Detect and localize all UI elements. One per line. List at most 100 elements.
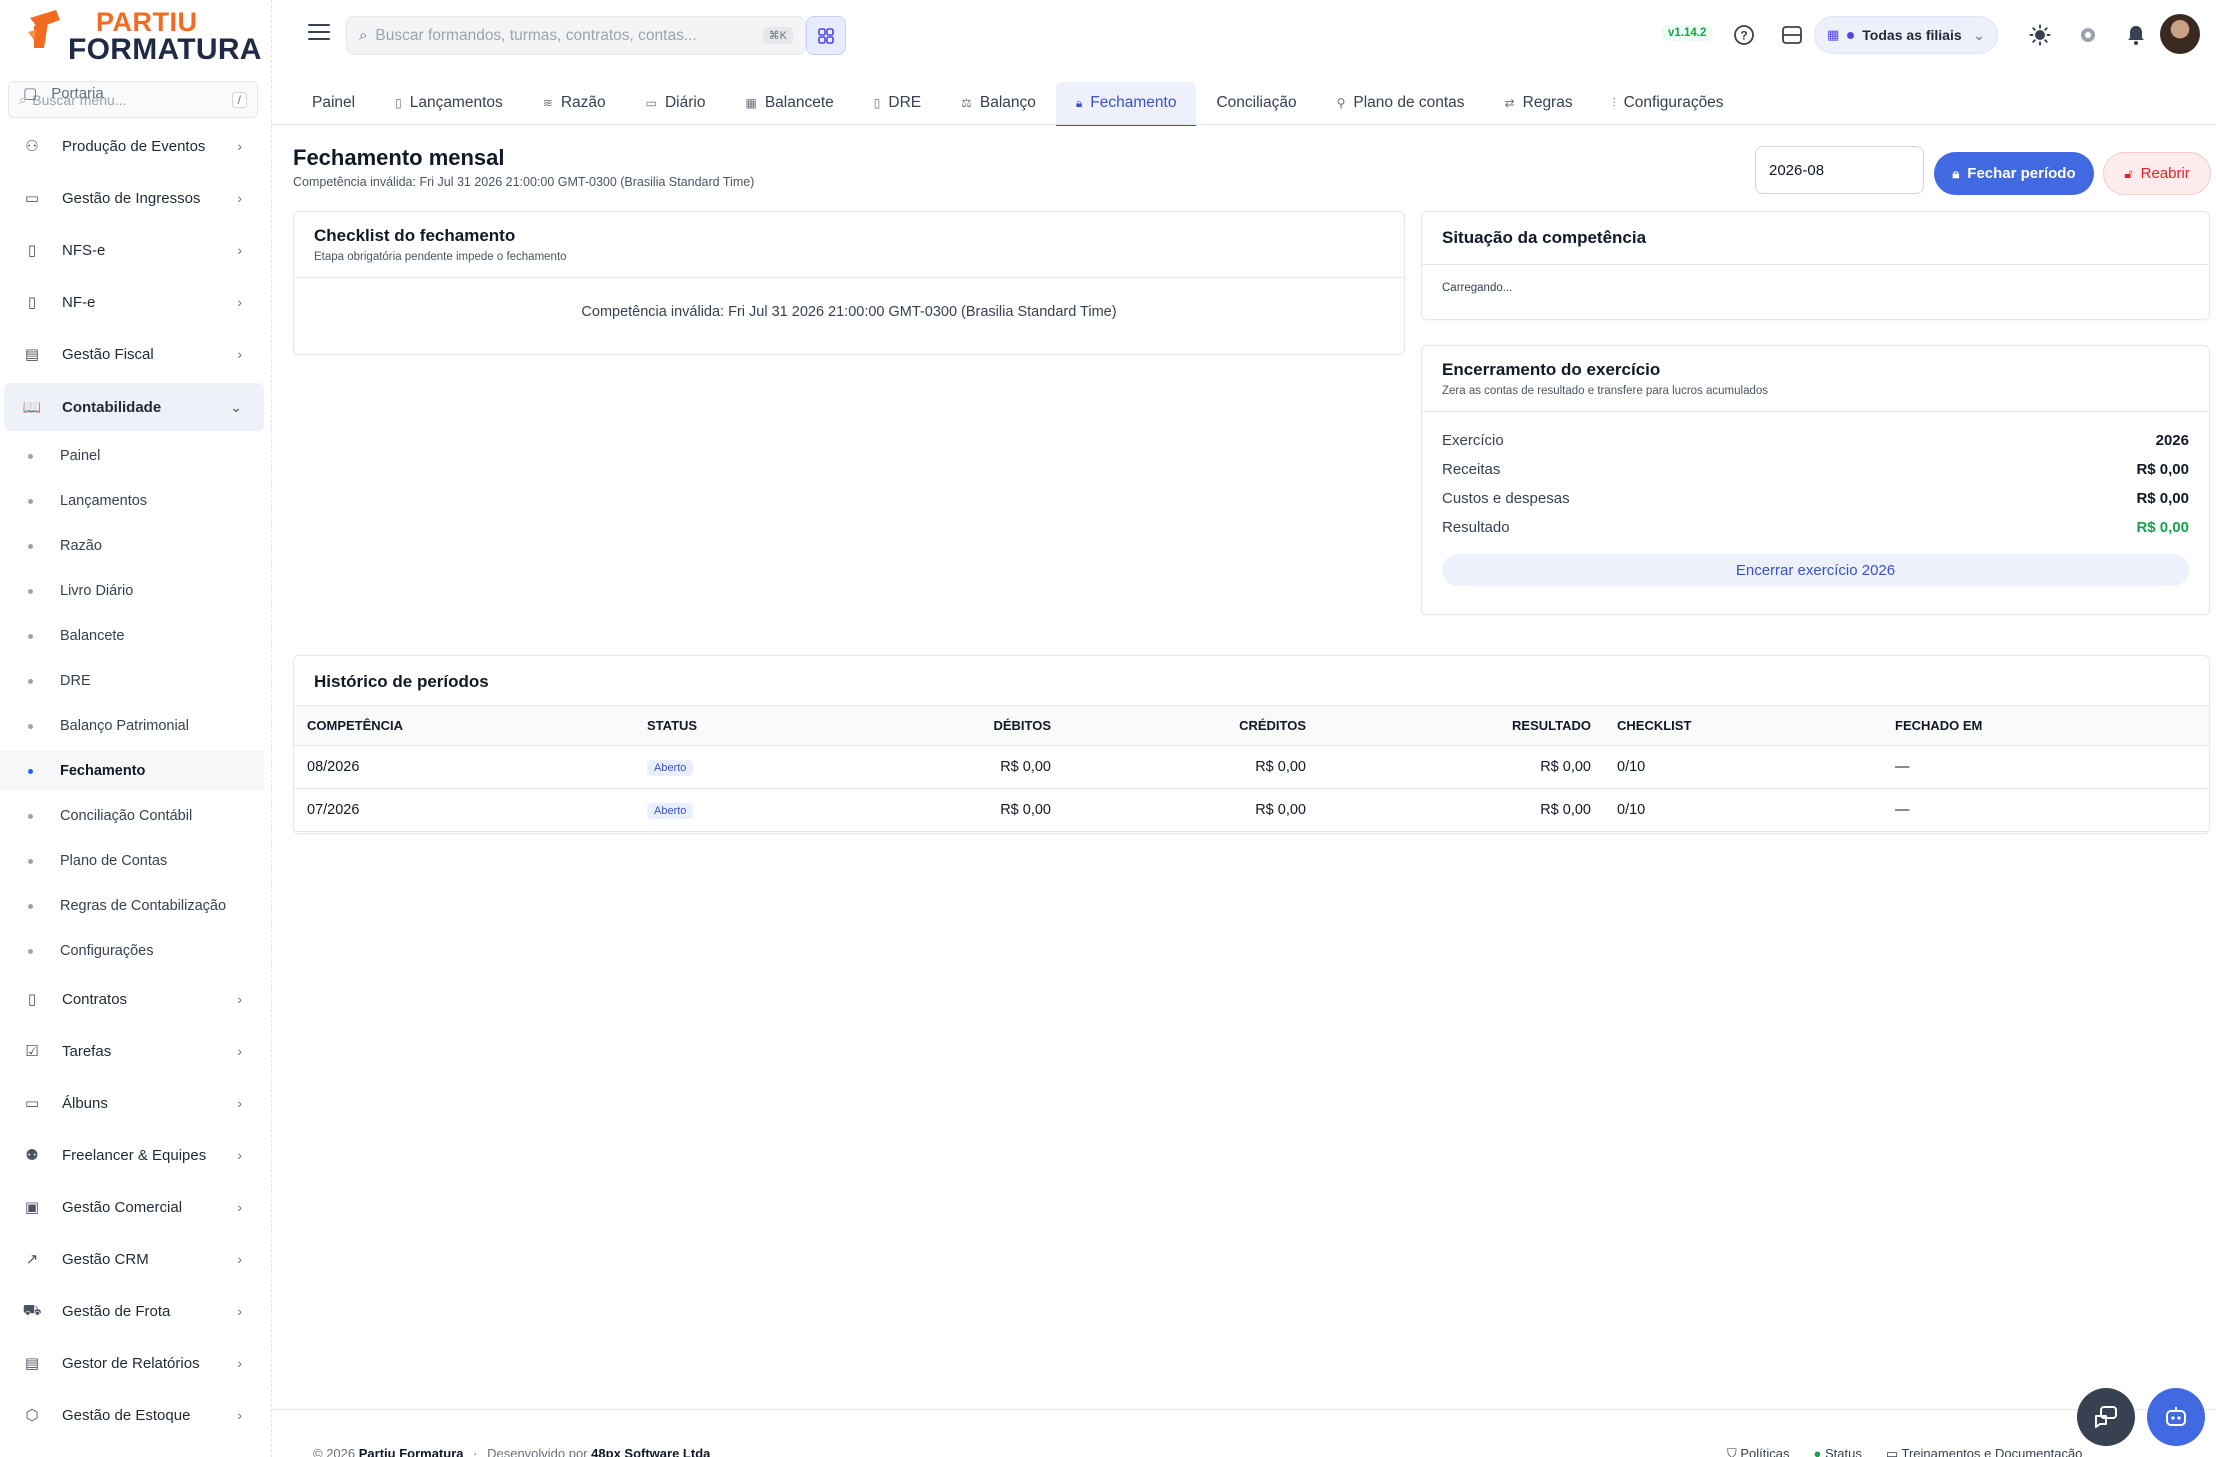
settings-gear-icon[interactable]: [2076, 23, 2100, 47]
sidebar-item-freelancer-equipes[interactable]: ⚉ Freelancer & Equipes ›: [0, 1131, 264, 1179]
sidebar-item-gestor-relatorios[interactable]: ▤ Gestor de Relatórios ›: [0, 1339, 264, 1387]
assistant-fab-button[interactable]: [2147, 1388, 2205, 1446]
shield-icon: ⛉: [1727, 1446, 1741, 1457]
footer-link-politicas[interactable]: ⛉ Políticas: [1727, 1446, 1790, 1457]
global-search-shortcut: ⌘K: [762, 27, 793, 44]
rules-icon: ⇄: [1504, 96, 1515, 110]
col-checklist[interactable]: CHECKLIST: [1604, 705, 1882, 746]
sidebar-subitem-conciliacao-contabil[interactable]: Conciliação Contábil: [0, 796, 264, 836]
table-row[interactable]: 08/2026 Aberto R$ 0,00 R$ 0,00 R$ 0,00 0…: [294, 745, 2209, 789]
tab-label: Painel: [312, 94, 356, 111]
tab-lancamentos[interactable]: ▯ Lançamentos: [375, 82, 523, 124]
sidebar-subitem-painel[interactable]: Painel: [0, 436, 264, 476]
branch-selector[interactable]: ▦ Todas as filiais ⌄: [1814, 16, 1998, 54]
sidebar-subitem-balanco-patrimonial[interactable]: Balanço Patrimonial: [0, 706, 264, 746]
footer-link-status[interactable]: ● Status: [1814, 1446, 1862, 1457]
col-resultado[interactable]: RESULTADO: [1319, 705, 1604, 746]
custos-despesas-row: Custos e despesas R$ 0,00: [1442, 484, 2189, 513]
sidebar-item-tarefas[interactable]: ☑ Tarefas ›: [0, 1027, 264, 1075]
sidebar-item-gestao-fiscal[interactable]: ▤ Gestão Fiscal ›: [0, 330, 264, 378]
sidebar-subitem-balancete[interactable]: Balancete: [0, 616, 264, 656]
sidebar-item-producao-eventos[interactable]: ⚇ Produção de Eventos ›: [0, 122, 264, 170]
col-creditos[interactable]: CRÉDITOS: [1064, 705, 1319, 746]
sidebar-item-gestao-ingressos[interactable]: ▭ Gestão de Ingressos ›: [0, 174, 264, 222]
sidebar-item-gestao-comercial[interactable]: ▣ Gestão Comercial ›: [0, 1183, 264, 1231]
chat-fab-button[interactable]: [2077, 1388, 2135, 1446]
tab-razao[interactable]: ≋ Razão: [523, 82, 626, 124]
document-icon: ▯: [27, 242, 37, 259]
sidebar-subitem-regras-contabilizacao[interactable]: Regras de Contabilização: [0, 886, 264, 926]
close-period-label: Fechar período: [1967, 165, 2076, 182]
checklist-card: Checklist do fechamento Etapa obrigatóri…: [293, 211, 1405, 355]
logo[interactable]: PARTIU FORMATURA: [26, 6, 262, 66]
user-avatar[interactable]: [2160, 14, 2200, 54]
tab-regras[interactable]: ⇄ Regras: [1485, 82, 1593, 124]
layout-toggle-icon[interactable]: [1780, 23, 1804, 47]
sidebar-item-albuns[interactable]: ▭ Álbuns ›: [0, 1079, 264, 1127]
tab-configuracoes[interactable]: ⫶ Configurações: [1593, 82, 1744, 124]
col-fechado-em[interactable]: FECHADO EM: [1882, 705, 2209, 746]
tab-conciliacao[interactable]: Conciliação: [1196, 82, 1316, 124]
report-icon: ▯: [873, 96, 881, 110]
menu-toggle-icon[interactable]: [308, 24, 330, 42]
album-icon: ▭: [24, 1095, 40, 1112]
tab-diario[interactable]: ▭ Diário: [626, 82, 726, 124]
sidebar-subitem-lancamentos[interactable]: Lançamentos: [0, 481, 264, 521]
notification-bell-icon[interactable]: [2124, 23, 2148, 47]
sidebar-subitem-dre[interactable]: DRE: [0, 661, 264, 701]
apps-grid-icon: [818, 27, 834, 44]
sidebar-item-contratos[interactable]: ▯ Contratos ›: [0, 975, 264, 1023]
checkbox-icon: ☑: [25, 1043, 39, 1060]
sidebar-subitem-livro-diario[interactable]: Livro Diário: [0, 571, 264, 611]
close-period-button[interactable]: 🔒︎ Fechar período: [1934, 152, 2094, 195]
footer-link-treinamentos[interactable]: ▭ Treinamentos e Documentação: [1886, 1446, 2083, 1457]
tree-icon: ⚲: [1336, 96, 1346, 110]
reopen-button[interactable]: 🔓︎ Reabrir: [2103, 152, 2211, 195]
col-status[interactable]: STATUS: [634, 705, 794, 746]
cell-status: Aberto: [634, 745, 794, 789]
sidebar-item-gestao-crm[interactable]: ↗ Gestão CRM ›: [0, 1235, 264, 1283]
kv-value: R$ 0,00: [2136, 461, 2189, 478]
cell-debitos: R$ 0,00: [794, 745, 1064, 789]
sidebar-item-label: Gestão CRM: [62, 1250, 149, 1268]
cell-checklist: 0/10: [1604, 745, 1882, 789]
sidebar-item-label: Tarefas: [62, 1042, 112, 1060]
gate-icon: ▢: [23, 85, 38, 102]
period-month-input[interactable]: 2026-08: [1755, 146, 1924, 194]
sidebar-subitem-fechamento[interactable]: Fechamento: [0, 751, 264, 791]
help-icon[interactable]: ?: [1732, 23, 1756, 47]
col-debitos[interactable]: DÉBITOS: [794, 705, 1064, 746]
sun-icon[interactable]: [2028, 23, 2052, 47]
encerrar-exercicio-button[interactable]: Encerrar exercício 2026: [1442, 554, 2189, 586]
tab-dre[interactable]: ▯ DRE: [854, 82, 941, 124]
table-icon: ▦: [745, 96, 757, 110]
tab-balanco[interactable]: ⚖ Balanço: [941, 82, 1056, 124]
tab-painel[interactable]: Painel: [292, 82, 375, 124]
kv-label: Custos e despesas: [1442, 490, 1570, 507]
sidebar-subitem-configuracoes[interactable]: Configurações: [0, 931, 264, 971]
chevron-right-icon: ›: [237, 1147, 242, 1163]
sidebar-item-label: Freelancer & Equipes: [62, 1146, 207, 1164]
sidebar-item-portaria[interactable]: ▢ Portaria: [23, 84, 104, 103]
chevron-down-icon: ⌄: [230, 398, 242, 415]
tab-balancete[interactable]: ▦ Balancete: [725, 82, 853, 124]
tab-plano-contas[interactable]: ⚲ Plano de contas: [1317, 82, 1485, 124]
ticket-icon: ▭: [24, 190, 40, 207]
sidebar-subitem-razao[interactable]: Razão: [0, 526, 264, 566]
developer-name[interactable]: 48px Software Ltda: [591, 1446, 710, 1457]
col-competencia[interactable]: COMPETÊNCIA: [294, 705, 634, 746]
sidebar-item-contabilidade[interactable]: 📖 Contabilidade ⌄: [4, 383, 264, 431]
apps-grid-button[interactable]: [806, 16, 846, 55]
global-search-input[interactable]: ⌕ Buscar formandos, turmas, contratos, c…: [346, 16, 806, 55]
sidebar-item-gestao-frota[interactable]: ⛟ Gestão de Frota ›: [0, 1287, 264, 1335]
sidebar-item-nfse[interactable]: ▯ NFS-e ›: [0, 226, 264, 274]
chevron-right-icon: ›: [237, 1407, 242, 1423]
sidebar-search-shortcut: /: [231, 91, 247, 108]
table-row[interactable]: 07/2026 Aberto R$ 0,00 R$ 0,00 R$ 0,00 0…: [294, 788, 2209, 832]
encerramento-subtitle: Zera as contas de resultado e transfere …: [1442, 385, 1769, 397]
sidebar-item-gestao-estoque[interactable]: ⬡ Gestão de Estoque ›: [0, 1391, 264, 1439]
sidebar-item-nfe[interactable]: ▯ NF-e ›: [0, 278, 264, 326]
tab-fechamento[interactable]: 🔒︎ Fechamento: [1055, 82, 1197, 126]
sidebar-subitem-plano-contas[interactable]: Plano de Contas: [0, 841, 264, 881]
robot-icon: [2166, 1407, 2186, 1426]
